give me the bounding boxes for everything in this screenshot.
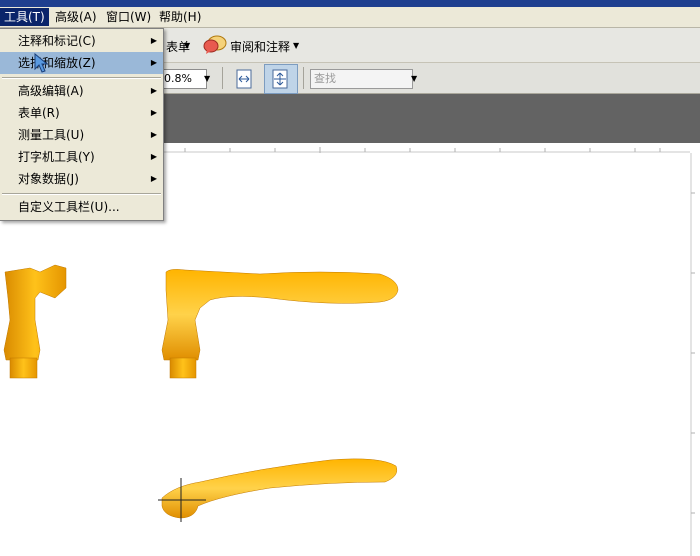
menu-help[interactable]: 帮助(H) [155,8,205,26]
handle-side-view [3,264,67,379]
horizontal-ruler [160,147,690,153]
menu-item-label: 自定义工具栏(U)... [18,200,120,214]
menu-item-label: 高级编辑(A) [18,84,84,98]
submenu-arrow-icon: ▶ [150,174,157,183]
menu-separator [2,77,161,79]
menu-bar: 工具(T) 高级(A) 窗口(W) 帮助(H) [0,7,700,28]
menu-item-label: 选择和缩放(Z) [18,56,96,70]
zoom-input[interactable]: 0.8% [160,69,207,89]
menu-window[interactable]: 窗口(W) [102,8,155,26]
handle-top-view [158,458,398,522]
menu-item-typewriter[interactable]: 打字机工具(Y) ▶ [0,146,163,168]
chevron-down-icon[interactable]: ▼ [184,41,190,50]
menu-item-comments-markup[interactable]: 注释和标记(C) ▶ [0,30,163,52]
menu-item-measuring-tools[interactable]: 测量工具(U) ▶ [0,124,163,146]
handle-front-view [161,269,399,379]
submenu-arrow-icon: ▶ [150,86,157,95]
fit-page-icon[interactable] [270,68,290,90]
window-title-bar [0,0,700,7]
submenu-arrow-icon: ▶ [150,58,157,67]
menu-item-forms[interactable]: 表单(R) ▶ [0,102,163,124]
menu-item-label: 测量工具(U) [18,128,85,142]
menu-item-object-data[interactable]: 对象数据(J) ▶ [0,168,163,190]
menu-tools[interactable]: 工具(T) [0,8,49,26]
fit-width-icon[interactable] [234,68,254,90]
mouse-cursor-icon [34,53,48,73]
drawing-canvas [3,264,399,522]
tools-dropdown-menu: 注释和标记(C) ▶ 选择和缩放(Z) ▶ 高级编辑(A) ▶ 表单(R) ▶ … [0,28,164,221]
submenu-arrow-icon: ▶ [150,130,157,139]
toolbar-separator [222,67,223,89]
menu-item-label: 注释和标记(C) [18,34,96,48]
menu-item-select-zoom[interactable]: 选择和缩放(Z) ▶ [0,52,163,74]
review-comment-button[interactable]: 审阅和注释 [230,38,290,55]
menu-item-label: 打字机工具(Y) [18,150,95,164]
toolbar-separator [303,67,304,89]
search-input[interactable]: 查找 [310,69,413,89]
menu-item-customize-toolbars[interactable]: 自定义工具栏(U)... [0,196,163,218]
chevron-down-icon[interactable]: ▼ [204,74,210,83]
vertical-ruler [690,153,695,556]
menu-item-advanced-editing[interactable]: 高级编辑(A) ▶ [0,80,163,102]
menu-advanced[interactable]: 高级(A) [51,8,101,26]
submenu-arrow-icon: ▶ [150,36,157,45]
submenu-arrow-icon: ▶ [150,152,157,161]
menu-item-label: 表单(R) [18,106,60,120]
menu-separator [2,193,161,195]
submenu-arrow-icon: ▶ [150,108,157,117]
comment-icon[interactable] [203,35,227,55]
chevron-down-icon[interactable]: ▼ [411,74,417,83]
menu-item-label: 对象数据(J) [18,172,79,186]
chevron-down-icon[interactable]: ▼ [293,41,299,50]
